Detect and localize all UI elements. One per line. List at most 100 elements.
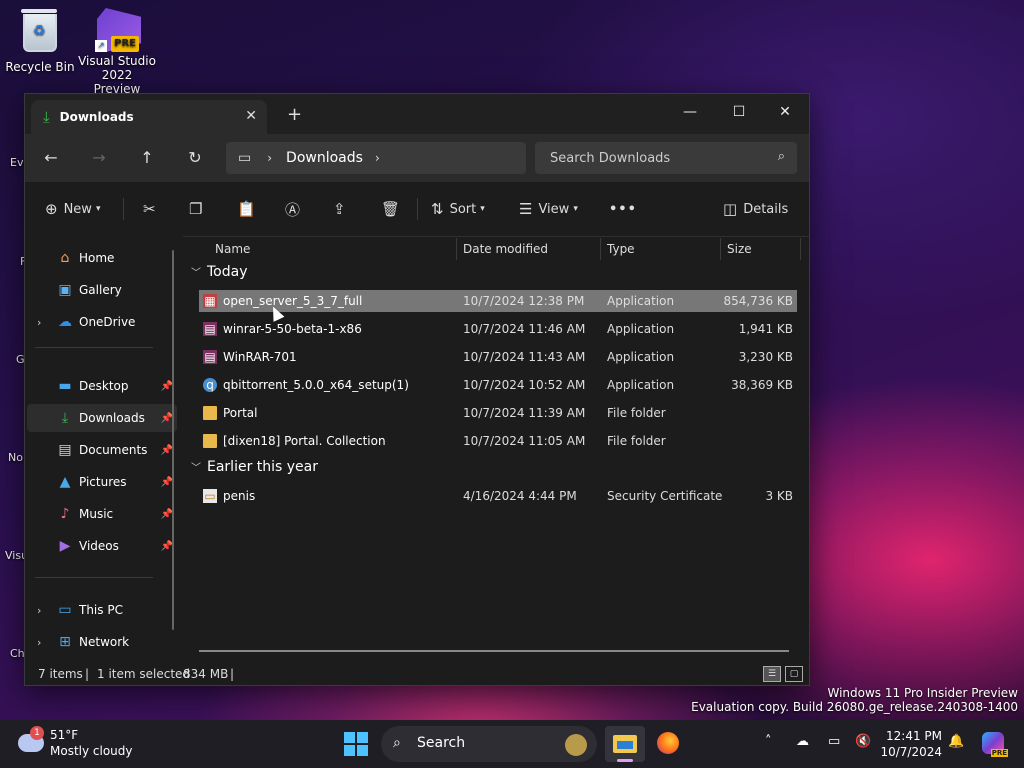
table-row[interactable]: ▤ WinRAR-701 10/7/2024 11:43 AM Applicat… <box>199 346 797 368</box>
new-button[interactable]: ⊕ New ▾ <box>45 196 100 222</box>
table-row[interactable]: [dixen18] Portal. Collection 10/7/2024 1… <box>199 430 797 452</box>
file-size: 854,736 KB <box>723 294 793 308</box>
column-header-size[interactable]: Size <box>727 236 752 262</box>
column-divider[interactable] <box>600 238 601 260</box>
sidebar-item-desktop[interactable]: ▬ Desktop 📌 <box>27 372 177 400</box>
chevron-right-icon[interactable]: › <box>37 316 41 329</box>
details-button[interactable]: ◫ Details <box>723 196 788 222</box>
up-button[interactable]: ↑ <box>135 146 159 170</box>
chevron-right-icon[interactable]: › <box>375 151 380 165</box>
folder-icon <box>203 406 217 420</box>
column-header-date[interactable]: Date modified <box>463 236 548 262</box>
copilot-icon[interactable]: PRE <box>982 732 1008 757</box>
network-icon[interactable]: ▭ <box>828 734 840 749</box>
group-header-today[interactable]: ﹀ Today <box>191 264 248 280</box>
search-input[interactable] <box>548 150 762 167</box>
weather-widget[interactable]: 1 51°F Mostly cloudy <box>18 726 148 760</box>
taskbar-search[interactable]: ⌕ Search <box>381 726 597 762</box>
clock[interactable]: 12:41 PM 10/7/2024 <box>880 728 942 760</box>
desktop-icon-fragment[interactable]: Ev <box>10 156 23 169</box>
details-view-icon[interactable]: ☰ <box>763 666 781 682</box>
file-name: Portal <box>223 406 258 420</box>
sidebar-item-pictures[interactable]: ▲ Pictures 📌 <box>27 468 177 496</box>
desktop-icon-recycle-bin[interactable]: ♻ Recycle Bin <box>0 8 80 74</box>
taskbar: 1 51°F Mostly cloudy ⌕ Search ˄ ☁ ▭ 🔇 12… <box>0 720 1024 768</box>
file-size: 38,369 KB <box>731 378 793 392</box>
cloud-offline-icon[interactable]: ☁ <box>796 734 809 749</box>
taskbar-firefox[interactable] <box>649 726 689 762</box>
shortcut-arrow-icon: ↗ <box>95 40 107 52</box>
tab-downloads[interactable]: ⤓ Downloads ✕ <box>31 100 267 134</box>
desktop-icon-label: Recycle Bin <box>5 60 75 74</box>
title-bar[interactable]: ⤓ Downloads ✕ + — ☐ ✕ <box>25 94 809 134</box>
close-window-button[interactable]: ✕ <box>762 98 808 126</box>
sidebar-item-label: This PC <box>79 603 123 617</box>
desktop-icon-visual-studio[interactable]: PRE ↗ Visual Studio 2022 Preview <box>77 8 157 96</box>
file-name: qbittorrent_5.0.0_x64_setup(1) <box>223 378 409 392</box>
back-button[interactable]: ← <box>39 146 63 170</box>
chevron-right-icon[interactable]: › <box>37 604 41 617</box>
sidebar-item-gallery[interactable]: ▣ Gallery <box>27 276 177 304</box>
sidebar-item-documents[interactable]: ▤ Documents 📌 <box>27 436 177 464</box>
horizontal-scrollbar[interactable] <box>199 650 789 652</box>
column-divider[interactable] <box>800 238 801 260</box>
close-tab-icon[interactable]: ✕ <box>245 108 257 124</box>
tiles-view-icon[interactable]: ▢ <box>785 666 803 682</box>
column-header-type[interactable]: Type <box>607 236 635 262</box>
column-header-name[interactable]: Name <box>215 236 250 262</box>
paste-button[interactable]: 📋 <box>237 196 262 222</box>
chevron-right-icon[interactable]: › <box>267 151 272 165</box>
bell-icon[interactable]: 🔔 <box>948 734 964 749</box>
more-options-button[interactable]: ••• <box>609 196 637 222</box>
video-icon: ▶ <box>59 538 71 554</box>
desktop-icon-fragment[interactable]: No <box>8 451 23 464</box>
forward-button[interactable]: → <box>87 146 111 170</box>
breadcrumb-downloads[interactable]: Downloads <box>286 150 363 166</box>
selected-size: 834 MB <box>183 667 229 681</box>
volume-muted-icon[interactable]: 🔇 <box>855 734 871 749</box>
table-row[interactable]: ▭ penis 4/16/2024 4:44 PM Security Certi… <box>199 485 797 507</box>
copy-button[interactable]: ❐ <box>189 196 208 222</box>
group-label: Today <box>207 264 248 280</box>
sidebar-item-videos[interactable]: ▶ Videos 📌 <box>27 532 177 560</box>
chevron-right-icon[interactable]: › <box>37 636 41 649</box>
sort-button[interactable]: ⇅ Sort ▾ <box>431 196 485 222</box>
new-tab-button[interactable]: + <box>287 104 302 125</box>
table-row[interactable]: ▤ winrar-5-50-beta-1-x86 10/7/2024 11:46… <box>199 318 797 340</box>
column-divider[interactable] <box>456 238 457 260</box>
column-divider[interactable] <box>720 238 721 260</box>
delete-button[interactable]: 🗑 <box>381 196 406 222</box>
sidebar-item-onedrive[interactable]: › ☁ OneDrive <box>27 308 177 336</box>
refresh-button[interactable]: ↻ <box>183 146 207 170</box>
sidebar-item-network[interactable]: › ⊞ Network <box>27 628 177 656</box>
view-button[interactable]: ☰ View ▾ <box>519 196 578 222</box>
sidebar-item-music[interactable]: ♪ Music 📌 <box>27 500 177 528</box>
minimize-button[interactable]: — <box>667 98 713 126</box>
chevron-up-icon[interactable]: ˄ <box>765 734 772 749</box>
sidebar-scrollbar[interactable] <box>172 250 174 630</box>
share-button[interactable]: ⇪ <box>333 196 352 222</box>
command-bar: ⊕ New ▾ ✂ ❐ 📋 Ⓐ ⇪ 🗑 ⇅ Sort ▾ ☰ View ▾ ••… <box>25 182 809 237</box>
folder-icon <box>203 434 217 448</box>
search-box[interactable]: ⌕ <box>535 142 797 174</box>
group-header-earlier-this-year[interactable]: ﹀ Earlier this year <box>191 459 318 475</box>
sidebar-item-home[interactable]: ⌂ Home <box>27 244 177 272</box>
file-size: 3,230 KB <box>738 350 793 364</box>
table-row[interactable]: q qbittorrent_5.0.0_x64_setup(1) 10/7/20… <box>199 374 797 396</box>
table-row[interactable]: ▦ open_server_5_3_7_full 10/7/2024 12:38… <box>199 290 797 312</box>
cut-button[interactable]: ✂ <box>143 196 162 222</box>
desktop-icon-fragment[interactable]: Ch <box>10 647 25 660</box>
taskbar-file-explorer[interactable] <box>605 726 645 762</box>
file-name: winrar-5-50-beta-1-x86 <box>223 322 362 336</box>
sidebar-item-downloads[interactable]: ⤓ Downloads 📌 <box>27 404 177 432</box>
sidebar-item-label: Pictures <box>79 475 127 489</box>
sidebar-item-label: Downloads <box>79 411 145 425</box>
sidebar-item-this-pc[interactable]: › ▭ This PC <box>27 596 177 624</box>
chevron-down-icon: ▾ <box>573 204 578 214</box>
rename-button[interactable]: Ⓐ <box>285 196 306 222</box>
start-button[interactable] <box>344 732 368 756</box>
maximize-button[interactable]: ☐ <box>716 98 762 126</box>
address-bar[interactable]: ▭ › Downloads › <box>226 142 526 174</box>
table-row[interactable]: Portal 10/7/2024 11:39 AM File folder <box>199 402 797 424</box>
chevron-down-icon: ▾ <box>480 204 485 214</box>
